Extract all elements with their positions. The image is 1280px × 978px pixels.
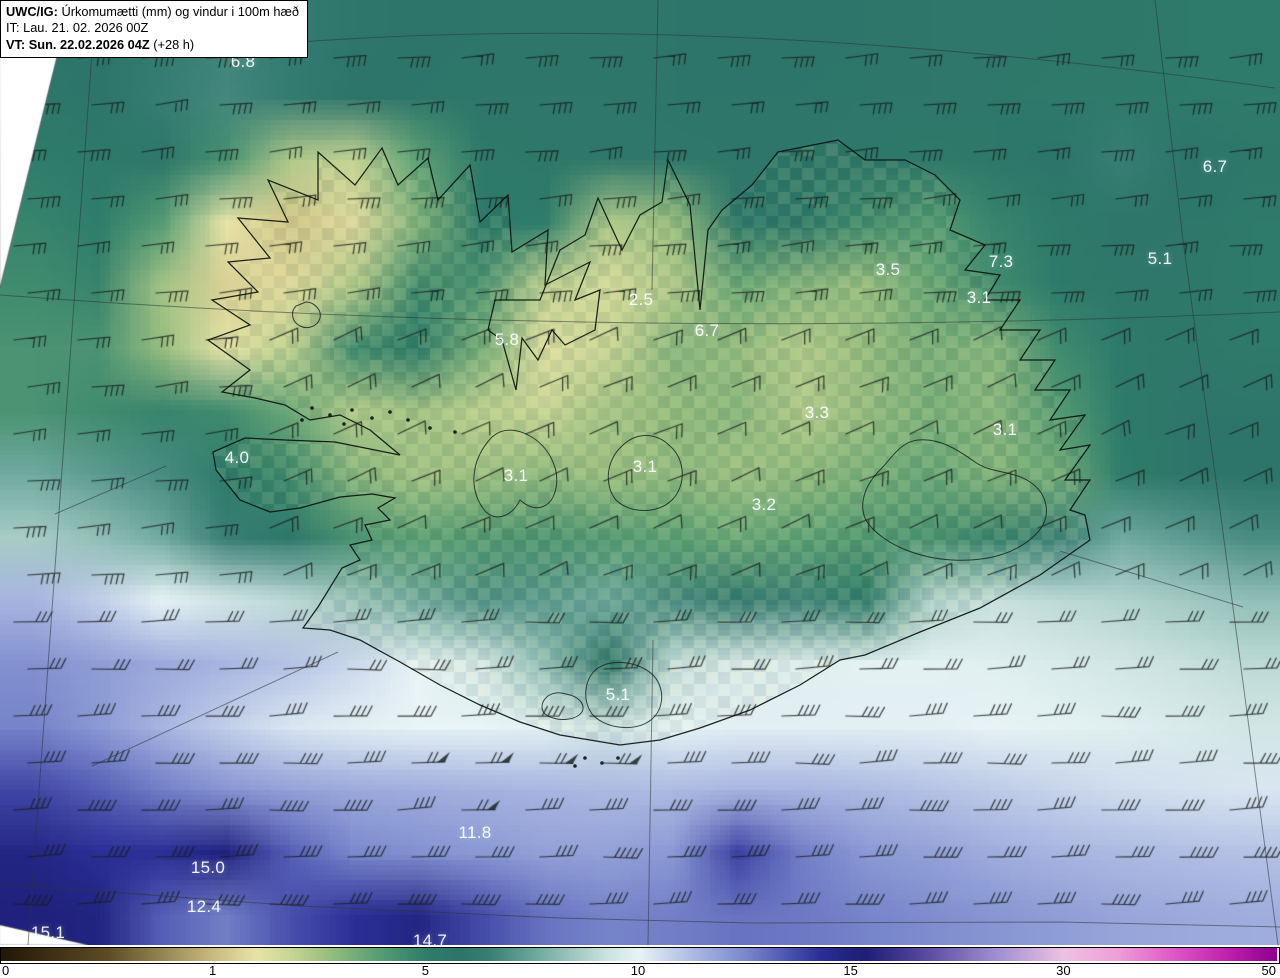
- valid-time: VT: Sun. 22.02.2026 04Z: [6, 36, 150, 52]
- init-time: Lau. 21. 02. 2026 00Z: [19, 20, 149, 36]
- lead-time: (+28 h): [149, 36, 195, 52]
- title-line-1: UWC/IG: Úrkomumætti (mm) og vindur i 100…: [6, 4, 299, 20]
- precip-wind-field-canvas: [0, 0, 1280, 945]
- colorbar-tick-label: 1: [209, 963, 217, 978]
- parameter-name: Úrkomumætti (mm) og vindur i 100m hæð: [57, 4, 299, 19]
- weather-map-product: 6.8 6.7 5.1 7.3 3.5 3.1 2.5 6.7 5.8 3.3 3.1 4.0 3.1 3…: [0, 0, 1280, 978]
- title-line-3: VT: Sun. 22.02.2026 04Z (+28 h): [6, 37, 299, 53]
- colorbar-tick-label: 0: [2, 963, 10, 978]
- product-id: UWC/IG:: [6, 4, 58, 19]
- colorbar: [0, 947, 1280, 964]
- colorbar-tick-labels: 0 1 5 10 15 30 50: [0, 963, 1280, 978]
- colorbar-tick-label: 50: [1261, 963, 1276, 978]
- colorbar-gradient: [1, 948, 1277, 961]
- title-box: UWC/IG: Úrkomumætti (mm) og vindur i 100…: [0, 0, 308, 59]
- colorbar-tick-label: 30: [1056, 963, 1071, 978]
- init-time-label: IT:: [6, 20, 20, 36]
- colorbar-tick-label: 5: [421, 963, 429, 978]
- map: 6.8 6.7 5.1 7.3 3.5 3.1 2.5 6.7 5.8 3.3 3.1 4.0 3.1 3…: [0, 0, 1280, 950]
- colorbar-strip: 0 1 5 10 15 30 50: [0, 945, 1280, 978]
- colorbar-tick-label: 15: [843, 963, 858, 978]
- title-line-2: IT: Lau. 21. 02. 2026 00Z: [6, 20, 299, 36]
- colorbar-tick-label: 10: [630, 963, 646, 978]
